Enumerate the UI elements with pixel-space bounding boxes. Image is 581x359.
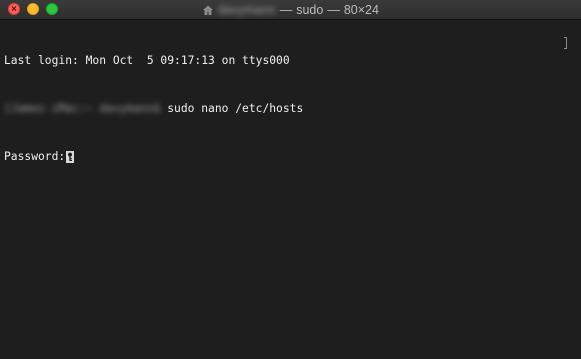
title-bar[interactable]: × davymann — sudo — 80×24: [0, 0, 581, 20]
last-login-line: Last login: Mon Oct 5 09:17:13 on ttys00…: [4, 53, 564, 69]
title-separator: —: [279, 2, 293, 17]
terminal-output[interactable]: Last login: Mon Oct 5 09:17:13 on ttys00…: [4, 21, 564, 197]
password-line[interactable]: Password:: [4, 149, 564, 165]
command-line: [James-iMac:~ davymann$ sudo nano /etc/h…: [4, 101, 564, 117]
text-cursor: [66, 151, 75, 163]
terminal-window: × davymann — sudo — 80×24 Last login: Mo…: [0, 0, 581, 359]
last-login-text: Last login: Mon Oct 5 09:17:13 on ttys00…: [4, 54, 290, 67]
title-separator: —: [327, 2, 340, 17]
title-process: sudo: [296, 2, 324, 17]
prompt-host: [James-iMac:~ davymann$: [4, 102, 161, 115]
command-text: sudo nano /etc/hosts: [160, 102, 304, 115]
title-user: davymann: [218, 2, 276, 17]
scroll-marker: [564, 37, 567, 49]
window-title: davymann — sudo — 80×24: [0, 0, 581, 19]
home-icon: [202, 4, 214, 16]
title-size: 80×24: [343, 2, 379, 17]
key-icon: [68, 152, 73, 161]
password-label: Password:: [4, 150, 66, 163]
